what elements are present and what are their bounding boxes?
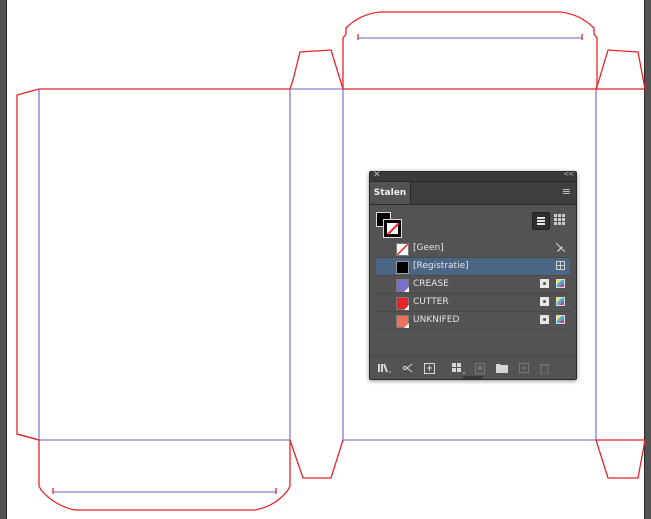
- dust-flap-top-left: [289, 49, 344, 90]
- registration-swatch-chip: [396, 261, 409, 274]
- swatch-list: [Geen] [Registratie] CREASE CUTTER UNKNI…: [376, 240, 570, 330]
- swatch-options-icon[interactable]: [452, 363, 466, 374]
- spot-color-icon: [540, 297, 549, 306]
- swatches-panel: ✕ << Stalen ≡ [Geen] [Registratie] CREAS…: [369, 170, 577, 380]
- swatch-row-geen[interactable]: [Geen]: [376, 240, 570, 258]
- list-view-icon[interactable]: [532, 212, 550, 230]
- swatch-row-cutter[interactable]: CUTTER: [376, 294, 570, 312]
- swatch-label: [Registratie]: [413, 261, 469, 271]
- close-icon[interactable]: ✕: [373, 170, 381, 180]
- new-folder-icon[interactable]: [496, 363, 508, 373]
- spot-color-icon: [540, 315, 549, 324]
- spot-color-icon: [540, 279, 549, 288]
- show-kinds-icon[interactable]: [403, 363, 413, 373]
- stroke-swatch[interactable]: [383, 219, 402, 238]
- cmyk-icon: [556, 297, 565, 306]
- swatch-label: CUTTER: [413, 297, 449, 307]
- fill-stroke-control[interactable]: [376, 212, 402, 238]
- cmyk-icon: [556, 315, 565, 324]
- cmyk-icon: [556, 279, 565, 288]
- no-edit-icon: [556, 243, 565, 252]
- collapse-icon[interactable]: <<: [563, 170, 574, 178]
- unknifed-swatch-chip: [396, 315, 409, 328]
- new-swatch-icon[interactable]: [519, 363, 529, 373]
- dust-flap-top-right: [595, 49, 646, 90]
- swatch-row-unknifed[interactable]: UNKNIFED: [376, 312, 570, 330]
- swatch-label: UNKNIFED: [413, 315, 460, 325]
- right-panel-cut: [596, 88, 645, 441]
- bottom-tuck-slit: [52, 488, 277, 494]
- crease-swatch-chip: [396, 279, 409, 292]
- bottom-tuck-cut: [38, 440, 291, 511]
- top-tuck-slit: [357, 34, 583, 40]
- tab-stalen[interactable]: Stalen: [370, 182, 411, 204]
- swatch-label: [Geen]: [413, 243, 444, 253]
- swatch-row-crease[interactable]: CREASE: [376, 276, 570, 294]
- top-tuck-cut: [342, 11, 598, 89]
- swatch-libraries-icon[interactable]: [378, 363, 392, 373]
- registration-icon: [556, 261, 565, 270]
- none-swatch-chip: [396, 243, 409, 256]
- tab-bar: Stalen ≡: [370, 182, 576, 205]
- color-group-icon[interactable]: [475, 363, 485, 374]
- glue-flap-cut: [16, 88, 40, 441]
- place-swatches-icon[interactable]: [424, 363, 435, 374]
- dust-flap-bottom-right: [595, 439, 646, 479]
- grid-view-icon[interactable]: [552, 212, 568, 228]
- delete-swatch-icon[interactable]: [540, 363, 549, 374]
- swatch-label: CREASE: [413, 279, 449, 289]
- panel-titlebar[interactable]: ✕ <<: [370, 170, 576, 182]
- swatch-row-registratie[interactable]: [Registratie]: [376, 258, 570, 276]
- panel-resize-grip[interactable]: [463, 376, 483, 379]
- panel-menu-icon[interactable]: ≡: [562, 185, 571, 198]
- cutter-swatch-chip: [396, 297, 409, 310]
- dust-flap-bottom-left: [289, 439, 344, 479]
- left-panel-bottom-cut: [16, 433, 40, 441]
